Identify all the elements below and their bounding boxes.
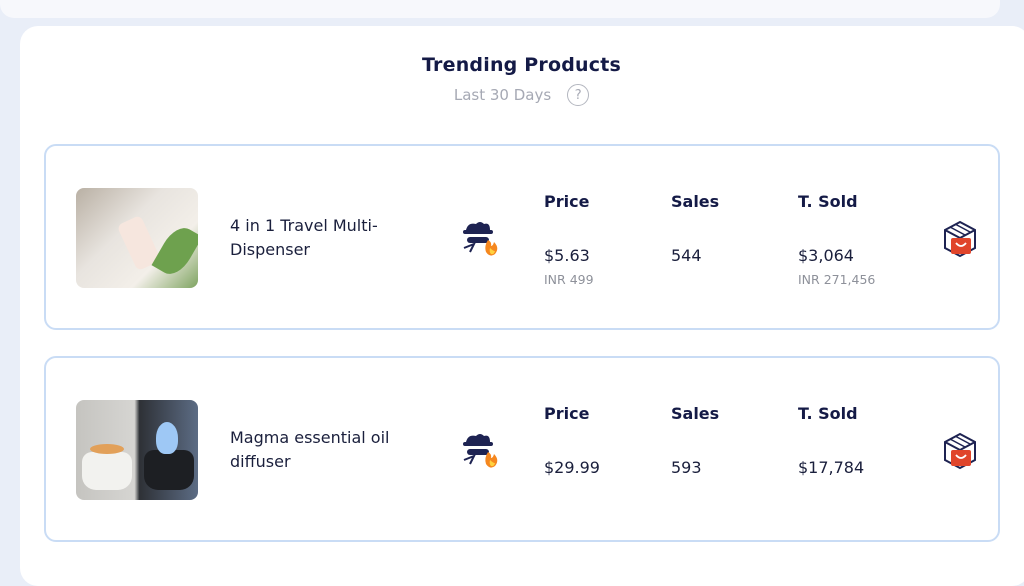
product-card[interactable]: 4 in 1 Travel Multi-Dispenser Price $5.6… xyxy=(44,144,1000,330)
period-label: Last 30 Days xyxy=(453,86,552,104)
price-value: $5.63 xyxy=(544,246,590,265)
price-column: Price $5.63 INR 499 xyxy=(544,192,594,287)
shopping-bag-store-icon[interactable] xyxy=(941,218,979,258)
total-sold-local-value: INR 271,456 xyxy=(798,272,876,287)
shopping-bag-store-icon[interactable] xyxy=(941,430,979,470)
price-header: Price xyxy=(544,192,590,211)
total-sold-value: $3,064 xyxy=(798,246,854,265)
trending-products-panel: Trending Products Last 30 Days ? 4 in 1 … xyxy=(20,26,1024,586)
price-local-value: INR 499 xyxy=(544,272,594,287)
product-image[interactable] xyxy=(76,400,198,500)
product-image[interactable] xyxy=(76,188,198,288)
subtitle-row: Last 30 Days ? xyxy=(20,84,1023,106)
total-sold-header: T. Sold xyxy=(798,404,858,423)
sales-header: Sales xyxy=(671,404,720,423)
product-name[interactable]: Magma essential oil diffuser xyxy=(230,426,430,474)
price-column: Price $29.99 xyxy=(544,404,600,477)
price-header: Price xyxy=(544,404,590,423)
product-name[interactable]: 4 in 1 Travel Multi-Dispenser xyxy=(230,214,430,262)
panel-title: Trending Products xyxy=(421,54,622,76)
sales-column: Sales 544 xyxy=(671,192,720,265)
total-sold-value: $17,784 xyxy=(798,458,865,477)
total-sold-column: T. Sold $17,784 xyxy=(798,404,864,477)
sales-header: Sales xyxy=(671,192,720,211)
sales-column: Sales 593 xyxy=(671,404,720,477)
top-bar xyxy=(0,0,1000,18)
question-circle-icon[interactable]: ? xyxy=(567,84,590,106)
product-card[interactable]: Magma essential oil diffuser Price $29.9… xyxy=(44,356,1000,542)
price-value: $29.99 xyxy=(544,458,600,477)
sales-value: 593 xyxy=(671,458,702,477)
spy-fire-icon[interactable] xyxy=(460,430,500,470)
sales-value: 544 xyxy=(671,246,702,265)
spy-fire-icon[interactable] xyxy=(460,218,500,258)
total-sold-header: T. Sold xyxy=(798,192,858,211)
total-sold-column: T. Sold $3,064 INR 271,456 xyxy=(798,192,875,287)
